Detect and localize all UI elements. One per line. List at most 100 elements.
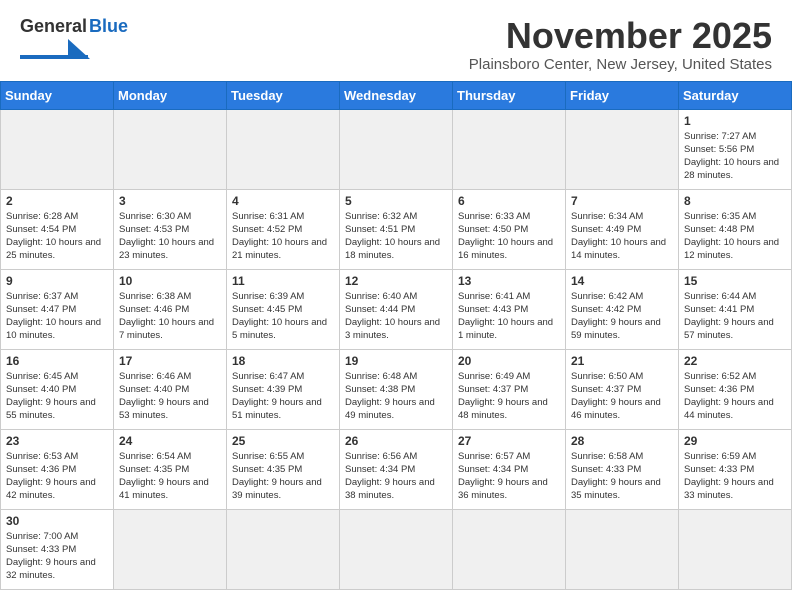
day-info: Sunrise: 6:52 AM Sunset: 4:36 PM Dayligh… [684,370,786,423]
day-info: Sunrise: 6:37 AM Sunset: 4:47 PM Dayligh… [6,290,108,343]
day-info: Sunrise: 6:28 AM Sunset: 4:54 PM Dayligh… [6,210,108,263]
calendar-cell: 7Sunrise: 6:34 AM Sunset: 4:49 PM Daylig… [566,189,679,269]
calendar-week-row: 16 Sunrise: 6:45 AM Sunset: 4:40 PM Dayli… [1,349,792,429]
day-number: 2 [6,194,108,208]
day-number: 23 [6,434,108,448]
calendar-header-thursday: Thursday [453,81,566,109]
calendar-cell [566,509,679,589]
calendar-cell: 27Sunrise: 6:57 AM Sunset: 4:34 PM Dayli… [453,429,566,509]
day-number: 4 [232,194,334,208]
day-info: Sunrise: 6:50 AM Sunset: 4:37 PM Dayligh… [571,370,673,423]
day-info: Sunrise: 6:58 AM Sunset: 4:33 PM Dayligh… [571,450,673,503]
day-number: 19 [345,354,447,368]
calendar-cell: 13 Sunrise: 6:41 AM Sunset: 4:43 PM Dayli… [453,269,566,349]
day-number: 8 [684,194,786,208]
day-number: 5 [345,194,447,208]
calendar-cell: 5 Sunrise: 6:32 AM Sunset: 4:51 PM Daylig… [340,189,453,269]
day-info: Sunrise: 6:59 AM Sunset: 4:33 PM Dayligh… [684,450,786,503]
calendar-cell: 16 Sunrise: 6:45 AM Sunset: 4:40 PM Dayli… [1,349,114,429]
calendar-cell: 8 Sunrise: 6:35 AM Sunset: 4:48 PM Daylig… [679,189,792,269]
day-info: Sunrise: 6:41 AM Sunset: 4:43 PM Dayligh… [458,290,560,343]
calendar-cell: 9 Sunrise: 6:37 AM Sunset: 4:47 PM Daylig… [1,269,114,349]
day-info: Sunrise: 6:47 AM Sunset: 4:39 PM Dayligh… [232,370,334,423]
calendar-week-row: 1Sunrise: 7:27 AM Sunset: 5:56 PM Daylig… [1,109,792,189]
day-number: 15 [684,274,786,288]
calendar-cell: 28 Sunrise: 6:58 AM Sunset: 4:33 PM Dayli… [566,429,679,509]
calendar-cell [566,109,679,189]
day-info: Sunrise: 6:40 AM Sunset: 4:44 PM Dayligh… [345,290,447,343]
calendar-header-monday: Monday [114,81,227,109]
day-number: 18 [232,354,334,368]
day-info: Sunrise: 6:35 AM Sunset: 4:48 PM Dayligh… [684,210,786,263]
calendar-header-wednesday: Wednesday [340,81,453,109]
day-number: 30 [6,514,108,528]
calendar-cell: 19 Sunrise: 6:48 AM Sunset: 4:38 PM Dayli… [340,349,453,429]
day-info: Sunrise: 6:56 AM Sunset: 4:34 PM Dayligh… [345,450,447,503]
calendar-cell: 6 Sunrise: 6:33 AM Sunset: 4:50 PM Daylig… [453,189,566,269]
day-info: Sunrise: 7:27 AM Sunset: 5:56 PM Dayligh… [684,130,786,183]
calendar-cell [340,509,453,589]
title-section: November 2025 Plainsboro Center, New Jer… [469,16,772,73]
calendar-cell: 17Sunrise: 6:46 AM Sunset: 4:40 PM Dayli… [114,349,227,429]
day-number: 11 [232,274,334,288]
day-info: Sunrise: 6:49 AM Sunset: 4:37 PM Dayligh… [458,370,560,423]
calendar-cell: 30 Sunrise: 7:00 AM Sunset: 4:33 PM Dayli… [1,509,114,589]
logo-blue: Blue [89,16,128,37]
day-number: 14 [571,274,673,288]
calendar-cell: 3 Sunrise: 6:30 AM Sunset: 4:53 PM Daylig… [114,189,227,269]
logo-general: General [20,16,87,37]
day-number: 12 [345,274,447,288]
calendar-cell [340,109,453,189]
day-info: Sunrise: 6:48 AM Sunset: 4:38 PM Dayligh… [345,370,447,423]
day-number: 24 [119,434,221,448]
day-number: 10 [119,274,221,288]
day-number: 9 [6,274,108,288]
location-title: Plainsboro Center, New Jersey, United St… [469,56,772,73]
day-number: 26 [345,434,447,448]
day-number: 7 [571,194,673,208]
calendar-cell: 2 Sunrise: 6:28 AM Sunset: 4:54 PM Daylig… [1,189,114,269]
calendar-cell [453,509,566,589]
day-number: 3 [119,194,221,208]
day-info: Sunrise: 6:45 AM Sunset: 4:40 PM Dayligh… [6,370,108,423]
calendar-cell: 10 Sunrise: 6:38 AM Sunset: 4:46 PM Dayli… [114,269,227,349]
calendar-cell: 20 Sunrise: 6:49 AM Sunset: 4:37 PM Dayli… [453,349,566,429]
day-info: Sunrise: 6:38 AM Sunset: 4:46 PM Dayligh… [119,290,221,343]
calendar-week-row: 2 Sunrise: 6:28 AM Sunset: 4:54 PM Daylig… [1,189,792,269]
calendar-week-row: 30 Sunrise: 7:00 AM Sunset: 4:33 PM Dayli… [1,509,792,589]
day-info: Sunrise: 6:44 AM Sunset: 4:41 PM Dayligh… [684,290,786,343]
day-number: 16 [6,354,108,368]
day-info: Sunrise: 6:31 AM Sunset: 4:52 PM Dayligh… [232,210,334,263]
page-header: General Blue November 2025 Plainsboro Ce… [0,0,792,81]
calendar-cell: 22 Sunrise: 6:52 AM Sunset: 4:36 PM Dayli… [679,349,792,429]
calendar-cell: 15 Sunrise: 6:44 AM Sunset: 4:41 PM Dayli… [679,269,792,349]
calendar-cell [114,509,227,589]
day-info: Sunrise: 6:33 AM Sunset: 4:50 PM Dayligh… [458,210,560,263]
logo-icon [20,39,100,59]
calendar-cell: 24Sunrise: 6:54 AM Sunset: 4:35 PM Dayli… [114,429,227,509]
calendar-header-friday: Friday [566,81,679,109]
calendar-header-sunday: Sunday [1,81,114,109]
logo: General Blue [20,16,128,59]
month-title: November 2025 [469,16,772,56]
day-info: Sunrise: 6:57 AM Sunset: 4:34 PM Dayligh… [458,450,560,503]
day-info: Sunrise: 6:30 AM Sunset: 4:53 PM Dayligh… [119,210,221,263]
day-number: 29 [684,434,786,448]
calendar-cell [114,109,227,189]
day-number: 6 [458,194,560,208]
day-info: Sunrise: 6:32 AM Sunset: 4:51 PM Dayligh… [345,210,447,263]
day-number: 20 [458,354,560,368]
day-number: 13 [458,274,560,288]
day-number: 21 [571,354,673,368]
calendar-cell: 11Sunrise: 6:39 AM Sunset: 4:45 PM Dayli… [227,269,340,349]
calendar-week-row: 9 Sunrise: 6:37 AM Sunset: 4:47 PM Daylig… [1,269,792,349]
calendar-cell: 18 Sunrise: 6:47 AM Sunset: 4:39 PM Dayli… [227,349,340,429]
day-number: 28 [571,434,673,448]
day-number: 22 [684,354,786,368]
calendar-cell [679,509,792,589]
day-info: Sunrise: 7:00 AM Sunset: 4:33 PM Dayligh… [6,530,108,583]
calendar-header-tuesday: Tuesday [227,81,340,109]
day-info: Sunrise: 6:55 AM Sunset: 4:35 PM Dayligh… [232,450,334,503]
day-info: Sunrise: 6:42 AM Sunset: 4:42 PM Dayligh… [571,290,673,343]
calendar-header-saturday: Saturday [679,81,792,109]
